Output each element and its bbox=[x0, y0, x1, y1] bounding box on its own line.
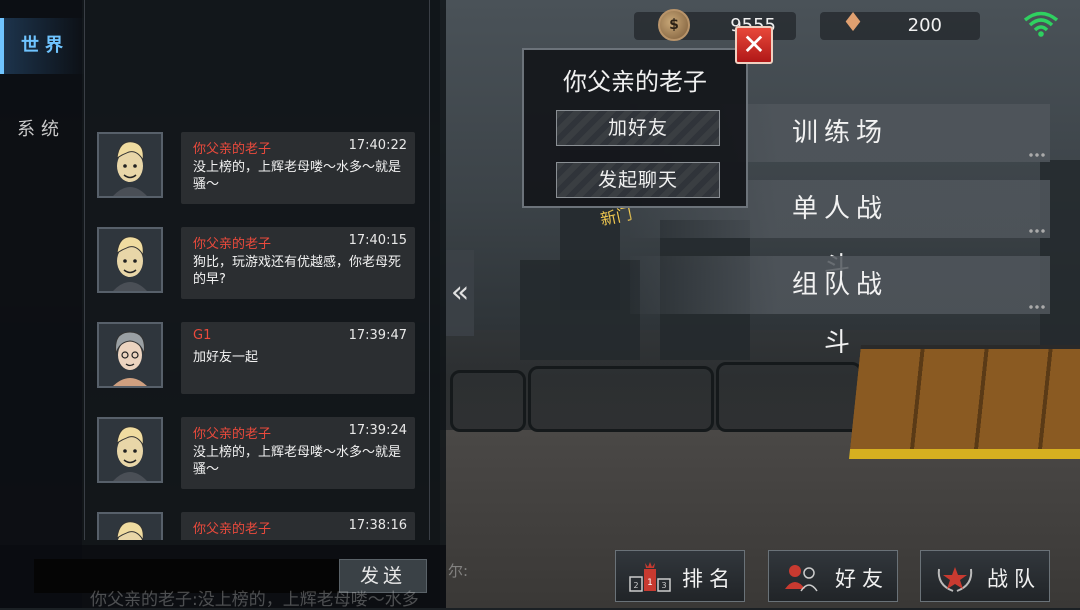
friends-icon bbox=[785, 565, 818, 592]
railing bbox=[528, 366, 714, 432]
friends-label: 好友 bbox=[835, 567, 889, 591]
grey-haired-character-avatar-icon bbox=[99, 324, 161, 386]
avatar[interactable] bbox=[97, 512, 163, 540]
message-bubble: 你父亲的老子 17:40:22 没上榜的，上辉老母喽～水多～就是骚～ bbox=[181, 132, 415, 204]
message-time: 17:40:22 bbox=[348, 138, 407, 153]
svg-text:1: 1 bbox=[647, 578, 653, 588]
message-text: 加好友一起 bbox=[193, 350, 259, 365]
gem-counter: ♦ 200 bbox=[820, 8, 980, 40]
sender-name[interactable]: 你父亲的老子 bbox=[193, 138, 271, 157]
coin-icon: $ bbox=[658, 9, 690, 41]
sender-name[interactable]: 你父亲的老子 bbox=[193, 518, 271, 537]
ranking-label: 排名 bbox=[682, 567, 736, 591]
svg-text:2: 2 bbox=[633, 581, 638, 590]
ticker-prefix: 尔: bbox=[448, 562, 469, 580]
message-list[interactable]: 你父亲的老子 17:40:22 没上榜的，上辉老母喽～水多～就是骚～ 你父亲的老… bbox=[84, 0, 430, 540]
diamond-icon: ♦ bbox=[841, 8, 865, 38]
tab-system[interactable]: 系统 bbox=[0, 102, 82, 158]
chat-message: G1 17:39:47 加好友一起 bbox=[97, 322, 421, 398]
gem-value: 200 bbox=[907, 15, 942, 36]
tab-world[interactable]: 世界 bbox=[0, 18, 86, 74]
friends-button[interactable]: 好友 bbox=[768, 550, 898, 602]
sender-name[interactable]: G1 bbox=[193, 328, 211, 343]
team-battle-button[interactable]: 组队战斗 bbox=[630, 256, 1050, 358]
chat-message: 你父亲的老子 17:39:24 没上榜的，上辉老母喽～水多～就是骚～ bbox=[97, 417, 421, 493]
team-label: 战队 bbox=[987, 567, 1041, 591]
mode-dots bbox=[1028, 228, 1046, 234]
blonde-character-avatar-icon bbox=[99, 419, 161, 481]
start-chat-button[interactable]: 发起聊天 bbox=[556, 162, 720, 198]
chat-message: 你父亲的老子 17:38:16 bbox=[97, 512, 421, 540]
chat-message: 你父亲的老子 17:40:15 狗比，玩游戏还有优越感，你老母死的早? bbox=[97, 227, 421, 303]
team-battle-label: 组队战斗 bbox=[791, 270, 888, 358]
chat-ticker: 你父亲的老子:没上榜的，上辉老母喽～水多 bbox=[90, 590, 419, 610]
add-friend-button[interactable]: 加好友 bbox=[556, 110, 720, 146]
message-bubble: 你父亲的老子 17:39:24 没上榜的，上辉老母喽～水多～就是骚～ bbox=[181, 417, 415, 489]
message-text: 狗比，玩游戏还有优越感，你老母死的早? bbox=[193, 255, 402, 287]
message-bubble: G1 17:39:47 加好友一起 bbox=[181, 322, 415, 394]
chat-tabs: 世界 系统 bbox=[0, 0, 86, 608]
popup-player-name: 你父亲的老子 bbox=[563, 68, 707, 96]
podium-icon: 1 2 3 bbox=[629, 562, 671, 592]
railing bbox=[450, 370, 526, 432]
message-bubble: 你父亲的老子 17:38:16 bbox=[181, 512, 415, 540]
message-time: 17:38:16 bbox=[348, 518, 407, 533]
message-scroll-track[interactable] bbox=[428, 0, 446, 540]
message-text: 没上榜的，上辉老母喽～水多～就是骚～ bbox=[193, 445, 402, 477]
collapse-chat-chevron-icon[interactable]: « bbox=[446, 250, 474, 336]
chat-panel: 世界 系统 你父亲的老子 17:40:22 没上榜的，上辉老母喽～水多～就是骚～ bbox=[0, 0, 446, 608]
ranking-button[interactable]: 1 2 3 排名 bbox=[615, 550, 745, 602]
message-text: 没上榜的，上辉老母喽～水多～就是骚～ bbox=[193, 160, 402, 192]
wifi-icon bbox=[1023, 11, 1059, 37]
mode-dots bbox=[1028, 152, 1046, 158]
railing bbox=[716, 362, 862, 432]
close-icon[interactable]: ✕ bbox=[735, 26, 773, 64]
blonde-character-avatar-icon bbox=[99, 514, 161, 540]
training-label: 训练场 bbox=[791, 118, 888, 148]
message-time: 17:39:24 bbox=[348, 423, 407, 438]
blonde-character-avatar-icon bbox=[99, 229, 161, 291]
avatar[interactable] bbox=[97, 132, 163, 198]
avatar[interactable] bbox=[97, 227, 163, 293]
chat-message: 你父亲的老子 17:40:22 没上榜的，上辉老母喽～水多～就是骚～ bbox=[97, 132, 421, 208]
team-button[interactable]: 战队 bbox=[920, 550, 1050, 602]
avatar[interactable] bbox=[97, 417, 163, 483]
player-popup: 你父亲的老子 加好友 发起聊天 bbox=[522, 48, 748, 208]
message-time: 17:39:47 bbox=[348, 328, 407, 343]
star-emblem-icon bbox=[937, 567, 973, 592]
mode-dots bbox=[1028, 304, 1046, 310]
svg-text:3: 3 bbox=[661, 581, 666, 590]
avatar[interactable] bbox=[97, 322, 163, 388]
blonde-character-avatar-icon bbox=[99, 134, 161, 196]
message-time: 17:40:15 bbox=[348, 233, 407, 248]
sender-name[interactable]: 你父亲的老子 bbox=[193, 423, 271, 442]
message-bubble: 你父亲的老子 17:40:15 狗比，玩游戏还有优越感，你老母死的早? bbox=[181, 227, 415, 299]
building bbox=[520, 260, 640, 360]
sender-name[interactable]: 你父亲的老子 bbox=[193, 233, 271, 252]
